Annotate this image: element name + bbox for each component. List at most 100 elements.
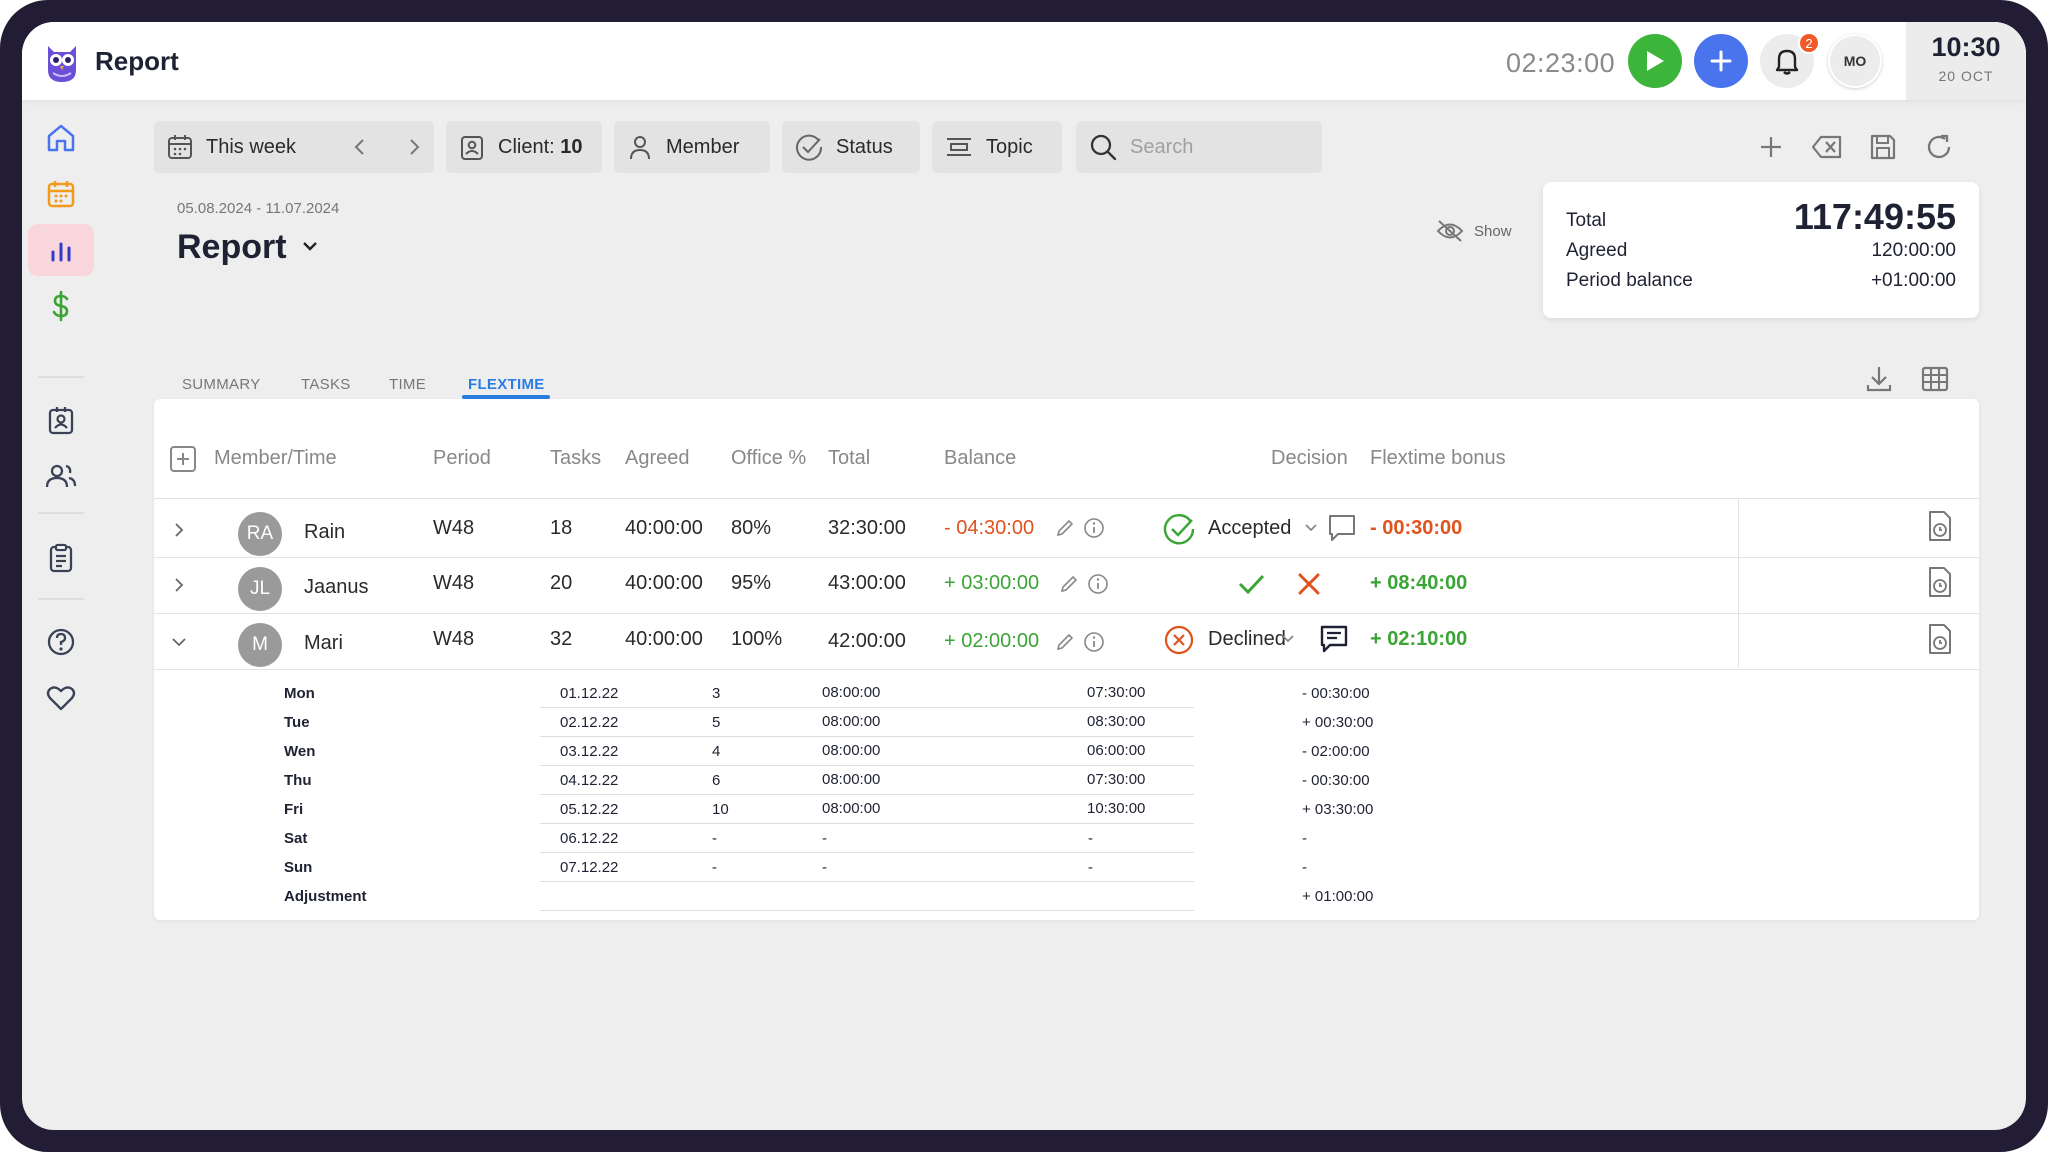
status-filter[interactable]: Status bbox=[782, 121, 920, 173]
add-button[interactable] bbox=[1754, 130, 1788, 164]
comment-icon[interactable] bbox=[1326, 512, 1358, 544]
column-header-agreed[interactable]: Agreed bbox=[625, 447, 690, 470]
search-input[interactable]: Search bbox=[1076, 121, 1322, 173]
client-filter-count: 10 bbox=[560, 135, 583, 158]
sidebar-item-home[interactable] bbox=[28, 112, 94, 164]
day-label: Mon bbox=[284, 685, 315, 702]
row-divider bbox=[540, 707, 1194, 708]
comment-filled-icon[interactable] bbox=[1318, 623, 1350, 655]
client-filter[interactable]: Client: 10 bbox=[446, 121, 602, 173]
sidebar bbox=[22, 100, 102, 1130]
tab-time[interactable]: TIME bbox=[389, 376, 426, 393]
avatar: JL bbox=[238, 567, 282, 611]
chevron-down-icon[interactable] bbox=[1280, 632, 1296, 646]
chevron-right-icon[interactable] bbox=[171, 522, 187, 538]
topic-filter[interactable]: Topic bbox=[932, 121, 1062, 173]
info-icon[interactable] bbox=[1087, 573, 1109, 595]
chevron-down-icon[interactable] bbox=[300, 240, 320, 254]
day-tasks: - bbox=[712, 830, 717, 847]
sidebar-divider bbox=[38, 376, 84, 378]
day-agreed: 08:00:00 bbox=[822, 742, 881, 759]
header-divider bbox=[154, 498, 1979, 499]
column-header-total[interactable]: Total bbox=[828, 447, 870, 470]
day-label: Thu bbox=[284, 772, 312, 789]
day-total: - bbox=[1088, 859, 1093, 876]
download-button[interactable] bbox=[1862, 362, 1896, 396]
total-value: 117:49:55 bbox=[1793, 196, 1956, 237]
sidebar-item-tasks[interactable] bbox=[28, 532, 94, 584]
decline-x-icon[interactable] bbox=[1296, 571, 1322, 597]
play-icon bbox=[1647, 51, 1664, 71]
column-header-office[interactable]: Office % bbox=[731, 447, 806, 470]
clock-time: 10:30 bbox=[1931, 32, 2001, 62]
day-total: 08:30:00 bbox=[1087, 713, 1146, 730]
timesheet-icon[interactable] bbox=[1924, 509, 1956, 543]
timesheet-icon[interactable] bbox=[1924, 622, 1956, 656]
page-title[interactable]: Report bbox=[177, 228, 287, 267]
expand-all-icon[interactable] bbox=[169, 445, 197, 473]
info-icon[interactable] bbox=[1083, 517, 1105, 539]
chevron-left-icon[interactable] bbox=[350, 137, 370, 157]
column-header-balance[interactable]: Balance bbox=[944, 447, 1016, 470]
member-filter[interactable]: Member bbox=[614, 121, 770, 173]
user-avatar-button[interactable]: MO bbox=[1828, 34, 1882, 88]
decision-select[interactable]: Declined bbox=[1208, 628, 1286, 651]
sidebar-item-calendar[interactable] bbox=[28, 168, 94, 220]
tab-tasks[interactable]: TASKS bbox=[301, 376, 351, 393]
sidebar-item-reports[interactable] bbox=[28, 224, 94, 276]
chevron-down-icon[interactable] bbox=[1303, 521, 1319, 535]
edit-pencil-icon[interactable] bbox=[1054, 631, 1076, 653]
day-balance: - 02:00:00 bbox=[1302, 743, 1370, 760]
period-cell: W48 bbox=[433, 628, 475, 650]
day-date: 02.12.22 bbox=[560, 714, 619, 731]
column-header-tasks[interactable]: Tasks bbox=[550, 447, 601, 470]
tab-summary[interactable]: SUMMARY bbox=[182, 376, 261, 393]
day-balance: - 00:30:00 bbox=[1302, 685, 1370, 702]
owl-logo-icon bbox=[48, 46, 76, 82]
tab-flextime[interactable]: FLEXTIME bbox=[468, 376, 545, 393]
column-header-period[interactable]: Period bbox=[433, 447, 491, 470]
table-view-button[interactable] bbox=[1918, 362, 1952, 396]
chevron-right-icon[interactable] bbox=[404, 137, 424, 157]
save-icon bbox=[1870, 134, 1896, 160]
day-balance: - bbox=[1302, 830, 1307, 847]
row-divider bbox=[154, 557, 1979, 558]
timesheet-icon[interactable] bbox=[1924, 565, 1956, 599]
decision-select[interactable]: Accepted bbox=[1208, 517, 1291, 540]
sidebar-item-billing[interactable] bbox=[28, 280, 94, 332]
show-toggle[interactable]: Show bbox=[1436, 218, 1512, 244]
day-label: Sat bbox=[284, 830, 308, 847]
chevron-down-icon[interactable] bbox=[171, 634, 187, 650]
member-name: Jaanus bbox=[304, 576, 369, 598]
save-button[interactable] bbox=[1866, 130, 1900, 164]
period-filter[interactable]: This week bbox=[154, 121, 434, 173]
member-filter-label: Member bbox=[666, 135, 740, 158]
edit-pencil-icon[interactable] bbox=[1054, 517, 1076, 539]
clear-filters-button[interactable] bbox=[1810, 130, 1844, 164]
start-timer-button[interactable] bbox=[1628, 34, 1682, 88]
app-screen: Report 02:23:00 2 MO 10:30 20 OCT This w… bbox=[22, 22, 2026, 1130]
column-header-member[interactable]: Member/Time bbox=[214, 447, 337, 470]
approve-check-icon[interactable] bbox=[1236, 569, 1266, 599]
column-header-decision[interactable]: Decision bbox=[1271, 447, 1348, 470]
sidebar-item-clients[interactable] bbox=[28, 394, 94, 446]
edit-pencil-icon[interactable] bbox=[1058, 573, 1080, 595]
app-title: Report bbox=[95, 46, 179, 76]
office-cell: 80% bbox=[731, 517, 772, 539]
sidebar-item-favorites[interactable] bbox=[28, 672, 94, 724]
day-tasks: 4 bbox=[712, 743, 721, 760]
refresh-button[interactable] bbox=[1922, 130, 1956, 164]
sidebar-divider bbox=[38, 598, 84, 600]
add-entry-button[interactable] bbox=[1694, 34, 1748, 88]
sidebar-item-team[interactable] bbox=[28, 450, 94, 502]
bar-chart-icon bbox=[51, 242, 71, 262]
period-filter-label: This week bbox=[206, 135, 297, 158]
day-balance: + 03:30:00 bbox=[1302, 801, 1374, 818]
sidebar-item-help[interactable] bbox=[28, 616, 94, 668]
column-header-bonus[interactable]: Flextime bonus bbox=[1370, 447, 1506, 470]
total-cell: 42:00:00 bbox=[828, 630, 906, 652]
contact-badge-icon bbox=[461, 136, 483, 160]
chevron-right-icon[interactable] bbox=[171, 577, 187, 593]
agreed-label: Agreed bbox=[1566, 240, 1628, 261]
info-icon[interactable] bbox=[1083, 631, 1105, 653]
